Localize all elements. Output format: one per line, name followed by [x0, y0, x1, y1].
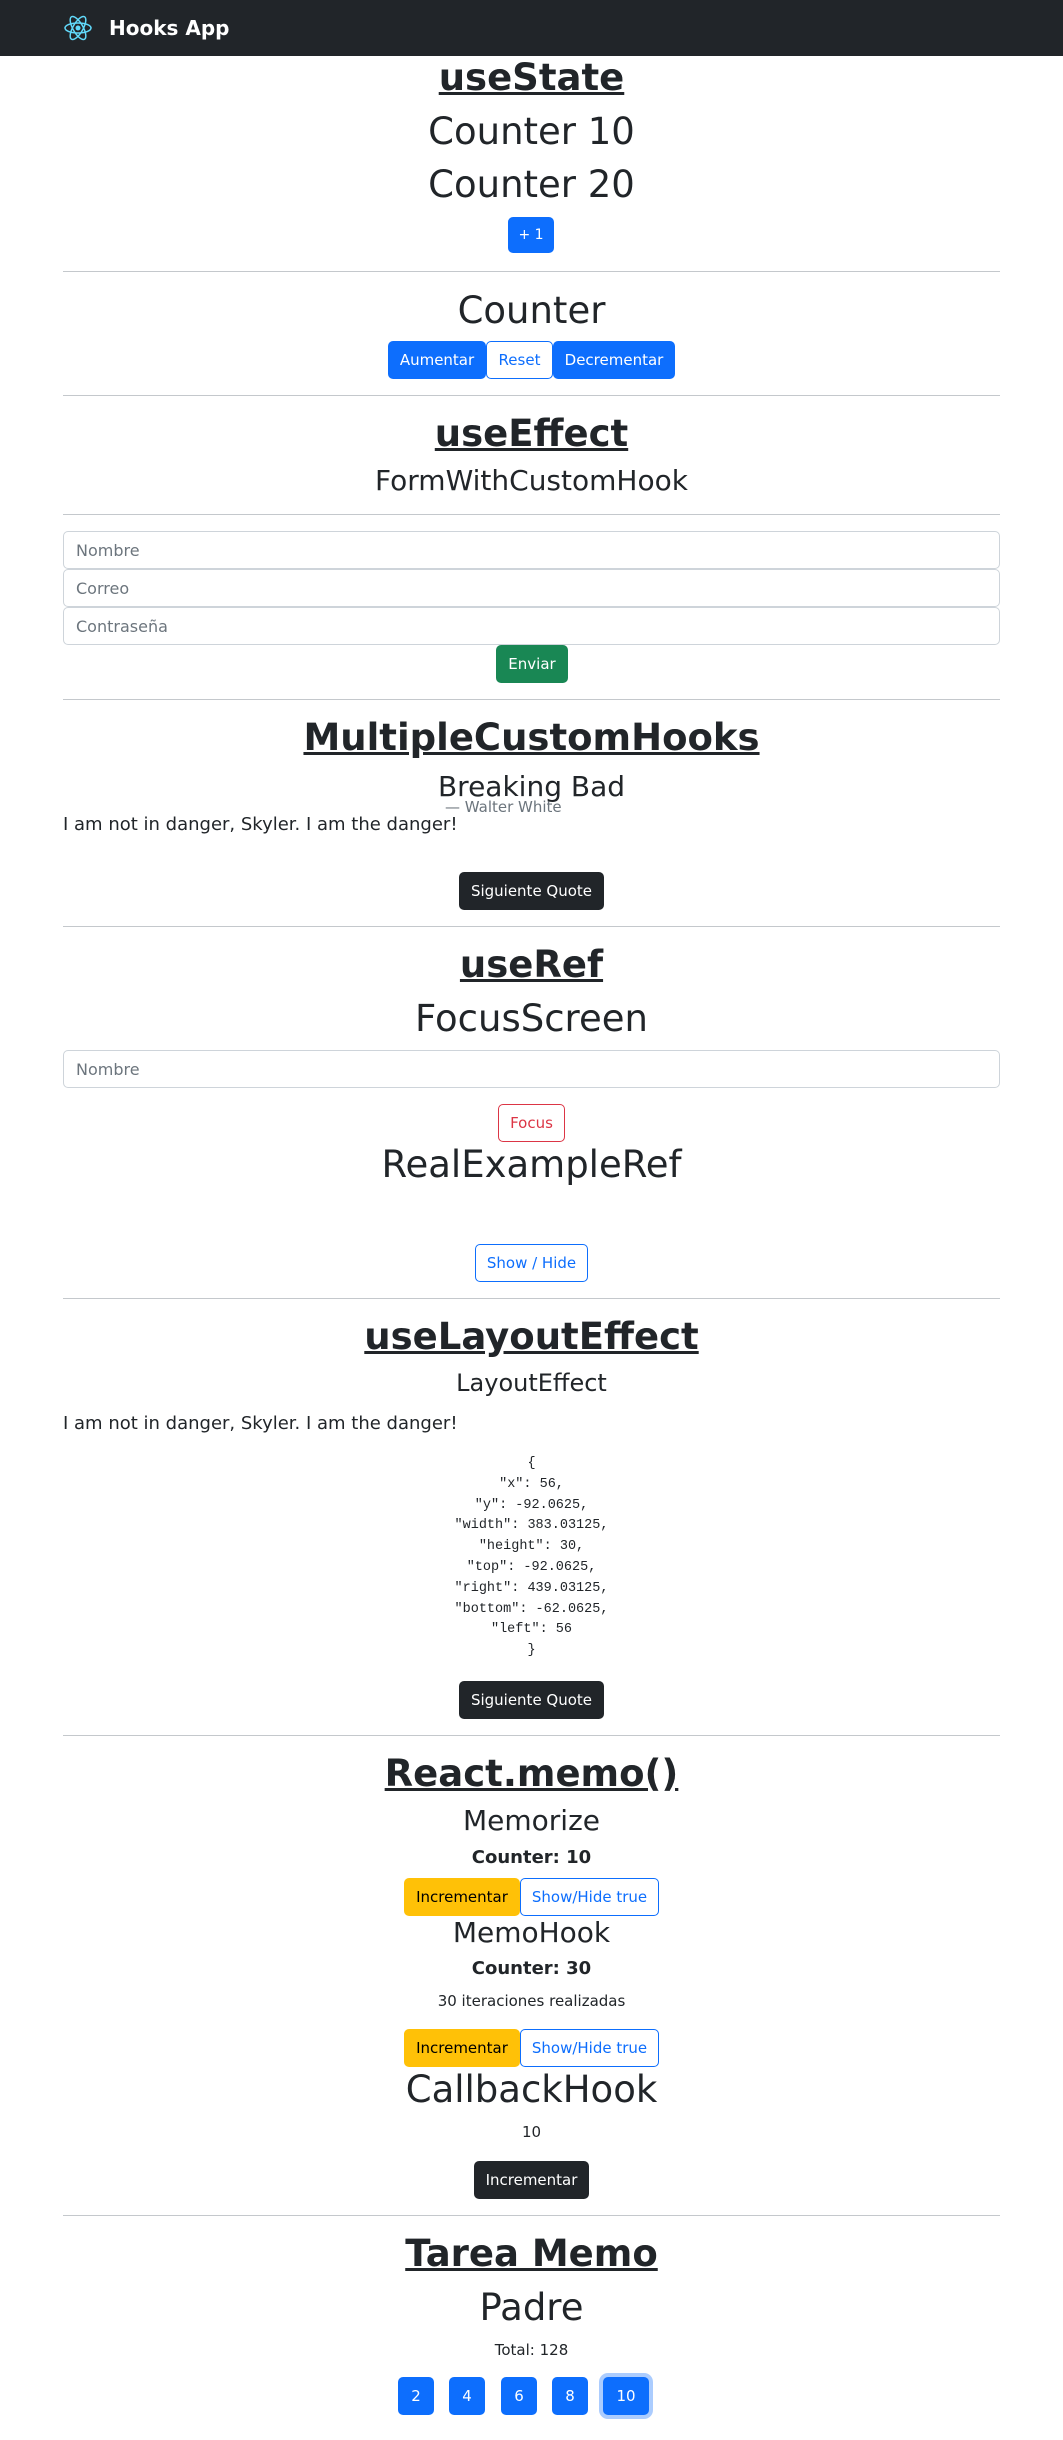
number-button-6[interactable]: 6 — [501, 2377, 537, 2415]
name-input[interactable] — [63, 531, 1000, 569]
memohook-show-hide-button[interactable]: Show/Hide true — [520, 2029, 659, 2067]
rect-line: "y": -92.0625, — [474, 1497, 589, 1513]
use-ref-title: useRef — [459, 943, 604, 986]
navbar-brand[interactable]: Hooks App — [109, 14, 230, 42]
show-hide-button[interactable]: Show / Hide — [475, 1244, 588, 1282]
password-input[interactable] — [63, 607, 1000, 645]
memorize-title: Memorize — [462, 1804, 600, 1837]
react-memo-title: React.memo() — [384, 1752, 679, 1795]
rect-line: } — [527, 1643, 536, 1659]
form-custom-hook-title: FormWithCustomHook — [375, 464, 688, 497]
plus-one-button[interactable]: + 1 — [508, 217, 554, 253]
divider — [63, 395, 1000, 396]
layout-next-quote-button[interactable]: Siguiente Quote — [459, 1681, 604, 1719]
layout-effect-title: LayoutEffect — [456, 1369, 607, 1397]
use-layout-effect-title: useLayoutEffect — [364, 1315, 699, 1358]
rect-line: "left": 56 — [490, 1622, 572, 1638]
counter2-text: Counter 20 — [428, 163, 635, 206]
focus-name-input[interactable] — [63, 1050, 1000, 1088]
memorize-show-hide-button[interactable]: Show/Hide true — [520, 1878, 659, 1916]
number-button-4[interactable]: 4 — [449, 2377, 485, 2415]
memorize-increment-button[interactable]: Incrementar — [404, 1878, 520, 1916]
rect-line: "right": 439.03125, — [454, 1580, 609, 1596]
layout-quote-text: I am not in danger, Skyler. I am the dan… — [63, 1413, 458, 1434]
rect-line: { — [527, 1456, 536, 1471]
total-text: Total: 128 — [494, 2341, 569, 2359]
divider — [63, 1735, 1000, 1736]
use-state-title: useState — [438, 56, 625, 99]
submit-button[interactable]: Enviar — [496, 645, 568, 683]
decrease-button[interactable]: Decrementar — [553, 341, 675, 379]
navbar: Hooks App — [0, 0, 1063, 56]
divider — [63, 699, 1000, 700]
callback-increment-button[interactable]: Incrementar — [474, 2161, 589, 2199]
padre-title: Padre — [479, 2286, 584, 2329]
callback-value: 10 — [521, 2123, 542, 2141]
focus-screen-title: FocusScreen — [415, 997, 648, 1040]
number-button-8[interactable]: 8 — [552, 2377, 588, 2415]
number-button-10[interactable]: 10 — [603, 2377, 649, 2415]
memohook-iterations: 30 iteraciones realizadas — [437, 1992, 626, 2010]
bounding-rect-json: { "x": 56, "y": -92.0625, "width": 383.0… — [0, 1454, 1063, 1662]
memohook-title: MemoHook — [452, 1916, 611, 1949]
use-effect-title: useEffect — [434, 412, 629, 455]
counter-title: Counter — [457, 289, 606, 332]
quote-author: — Walter White — [445, 798, 562, 816]
tarea-memo-title: Tarea Memo — [405, 2232, 658, 2275]
email-input[interactable] — [63, 569, 1000, 607]
reset-button[interactable]: Reset — [486, 341, 553, 379]
counter1-text: Counter 10 — [428, 110, 635, 153]
memohook-counter: Counter: 30 — [471, 1958, 592, 1979]
divider — [63, 2215, 1000, 2216]
next-quote-button[interactable]: Siguiente Quote — [459, 872, 604, 910]
rect-line: "height": 30, — [478, 1539, 585, 1555]
memohook-increment-button[interactable]: Incrementar — [404, 2029, 520, 2067]
callback-hook-title: CallbackHook — [405, 2068, 658, 2111]
rect-line: "bottom": -62.0625, — [454, 1601, 609, 1617]
divider — [63, 1298, 1000, 1299]
divider — [63, 271, 1000, 272]
rect-line: "width": 383.03125, — [454, 1518, 609, 1534]
increase-button[interactable]: Aumentar — [388, 341, 486, 379]
quote-text: I am not in danger, Skyler. I am the dan… — [63, 814, 458, 835]
number-button-2[interactable]: 2 — [398, 2377, 434, 2415]
rect-line: "top": -92.0625, — [466, 1559, 597, 1575]
multiple-custom-hooks-title: MultipleCustomHooks — [303, 716, 760, 759]
divider — [63, 926, 1000, 927]
divider — [63, 514, 1000, 515]
focus-button[interactable]: Focus — [498, 1104, 565, 1142]
react-atom-icon[interactable] — [63, 14, 93, 42]
rect-line: "x": 56, — [499, 1476, 564, 1492]
real-example-ref-title: RealExampleRef — [381, 1143, 682, 1186]
memorize-counter: Counter: 10 — [471, 1847, 592, 1868]
